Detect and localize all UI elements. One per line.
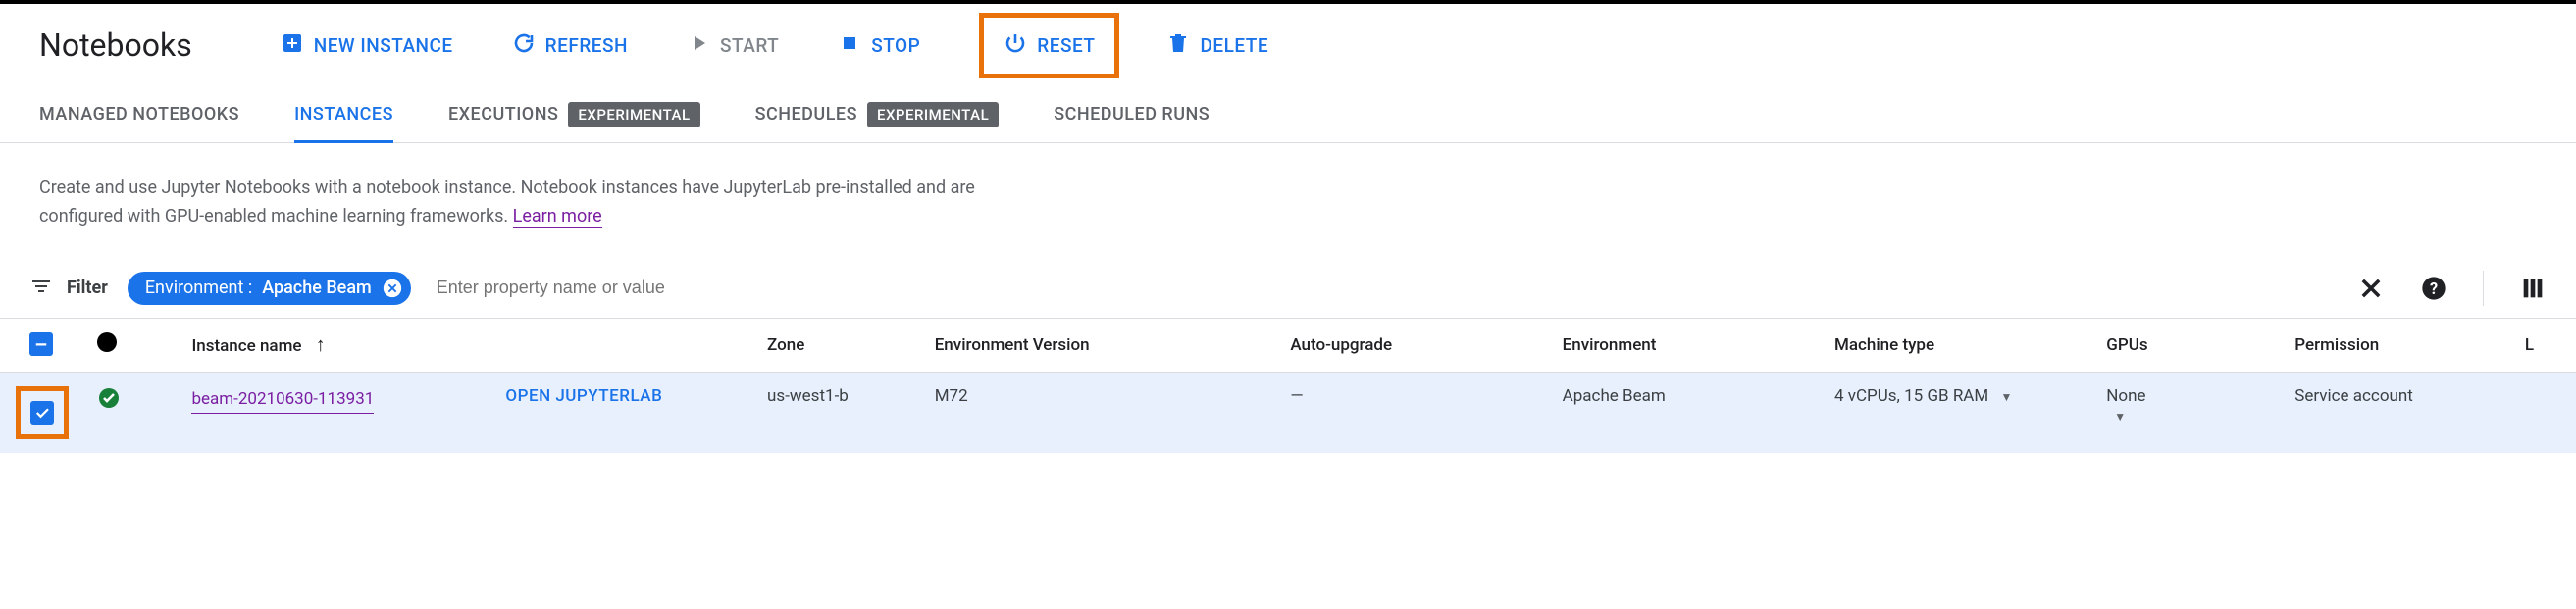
filter-actions: ? — [2357, 271, 2547, 306]
gpus-cell[interactable]: None ▼ — [2094, 372, 2283, 453]
refresh-button[interactable]: REFRESH — [512, 31, 628, 60]
clear-filters-button[interactable] — [2357, 275, 2385, 302]
tab-schedules[interactable]: SCHEDULES EXPERIMENTAL — [755, 86, 1000, 142]
filter-label: Filter — [67, 278, 108, 298]
auto-upgrade-header[interactable]: Auto-upgrade — [1278, 318, 1550, 372]
play-icon — [687, 31, 710, 60]
reset-highlight: RESET — [979, 13, 1119, 78]
delete-button[interactable]: DELETE — [1166, 31, 1268, 60]
sort-asc-icon: ↑ — [316, 332, 326, 356]
table-header-row: Instance name ↑ Zone Environment Version… — [0, 318, 2576, 372]
select-all-header[interactable] — [0, 318, 85, 372]
instances-table: Instance name ↑ Zone Environment Version… — [0, 318, 2576, 453]
description: Create and use Jupyter Notebooks with a … — [0, 143, 1079, 259]
tab-managed-notebooks[interactable]: MANAGED NOTEBOOKS — [39, 86, 239, 142]
permission-header[interactable]: Permission — [2283, 318, 2513, 372]
table-row[interactable]: beam-20210630-113931 OPEN JUPYTERLAB us-… — [0, 372, 2576, 453]
delete-label: DELETE — [1200, 34, 1268, 57]
status-dot-icon — [97, 332, 117, 352]
tab-instances[interactable]: INSTANCES — [294, 86, 393, 142]
environment-header[interactable]: Environment — [1551, 318, 1823, 372]
stop-button[interactable]: STOP — [838, 31, 920, 60]
gpus-label: None — [2106, 386, 2145, 406]
refresh-icon — [512, 31, 536, 60]
environment-cell: Apache Beam — [1551, 372, 1823, 453]
instance-name-header[interactable]: Instance name ↑ — [180, 318, 493, 372]
permission-cell: Service account — [2283, 372, 2513, 453]
chevron-down-icon: ▼ — [2000, 390, 2012, 404]
experimental-badge: EXPERIMENTAL — [568, 102, 699, 127]
chevron-down-icon: ▼ — [2114, 410, 2126, 424]
indeterminate-checkbox-icon[interactable] — [29, 332, 53, 356]
tab-label: INSTANCES — [294, 104, 393, 125]
filter-input[interactable] — [425, 278, 1383, 298]
experimental-badge: EXPERIMENTAL — [867, 102, 999, 127]
env-version-header[interactable]: Environment Version — [923, 318, 1279, 372]
env-version-cell: M72 — [923, 372, 1279, 453]
tab-label: MANAGED NOTEBOOKS — [39, 104, 239, 125]
tab-label: SCHEDULES — [755, 104, 857, 125]
machine-type-label: 4 vCPUs, 15 GB RAM — [1834, 386, 1988, 406]
separator — [2483, 271, 2484, 306]
filter-bar: Filter Environment : Apache Beam ? — [0, 259, 2576, 318]
new-instance-button[interactable]: NEW INSTANCE — [281, 31, 453, 60]
stop-icon — [838, 31, 861, 60]
new-instance-label: NEW INSTANCE — [314, 34, 453, 57]
start-button[interactable]: START — [687, 31, 779, 60]
refresh-label: REFRESH — [545, 34, 628, 57]
overflow-header: L — [2513, 318, 2576, 372]
tab-label: SCHEDULED RUNS — [1054, 104, 1210, 125]
filter-icon — [29, 275, 53, 302]
filter-chip[interactable]: Environment : Apache Beam — [128, 272, 411, 305]
machine-type-header[interactable]: Machine type — [1823, 318, 2094, 372]
chip-remove-icon[interactable] — [382, 278, 403, 299]
zone-cell: us-west1-b — [755, 372, 923, 453]
instance-name-link[interactable]: beam-20210630-113931 — [191, 386, 374, 414]
description-text: Create and use Jupyter Notebooks with a … — [39, 178, 975, 227]
page-title: Notebooks — [39, 26, 192, 64]
tabs: MANAGED NOTEBOOKS INSTANCES EXECUTIONS E… — [0, 86, 2576, 143]
columns-icon[interactable] — [2519, 275, 2547, 302]
tab-scheduled-runs[interactable]: SCHEDULED RUNS — [1054, 86, 1210, 142]
toolbar: Notebooks NEW INSTANCE REFRESH START STO… — [0, 4, 2576, 86]
status-header[interactable] — [85, 318, 180, 372]
open-jupyterlab-button[interactable]: OPEN JUPYTERLAB — [505, 386, 662, 406]
reset-label: RESET — [1037, 34, 1095, 57]
reset-button[interactable]: RESET — [1004, 31, 1095, 60]
status-running-icon — [97, 395, 121, 415]
start-label: START — [720, 34, 779, 57]
help-icon[interactable]: ? — [2420, 275, 2447, 302]
machine-type-cell[interactable]: 4 vCPUs, 15 GB RAM ▼ — [1823, 372, 2094, 453]
power-icon — [1004, 31, 1027, 60]
add-box-icon — [281, 31, 304, 60]
header-label: Instance name — [191, 336, 301, 356]
zone-header[interactable]: Zone — [755, 318, 923, 372]
svg-text:?: ? — [2430, 279, 2438, 297]
row-checkbox[interactable] — [30, 401, 54, 425]
tab-label: EXECUTIONS — [448, 104, 558, 125]
trash-icon — [1166, 31, 1190, 60]
chip-value: Apache Beam — [262, 278, 372, 298]
tab-executions[interactable]: EXECUTIONS EXPERIMENTAL — [448, 86, 700, 142]
row-checkbox-highlight — [16, 386, 69, 439]
gpus-header[interactable]: GPUs — [2094, 318, 2283, 372]
auto-upgrade-cell: — — [1278, 372, 1550, 453]
stop-label: STOP — [871, 34, 920, 57]
learn-more-link[interactable]: Learn more — [513, 206, 602, 228]
chip-key: Environment : — [145, 278, 252, 298]
